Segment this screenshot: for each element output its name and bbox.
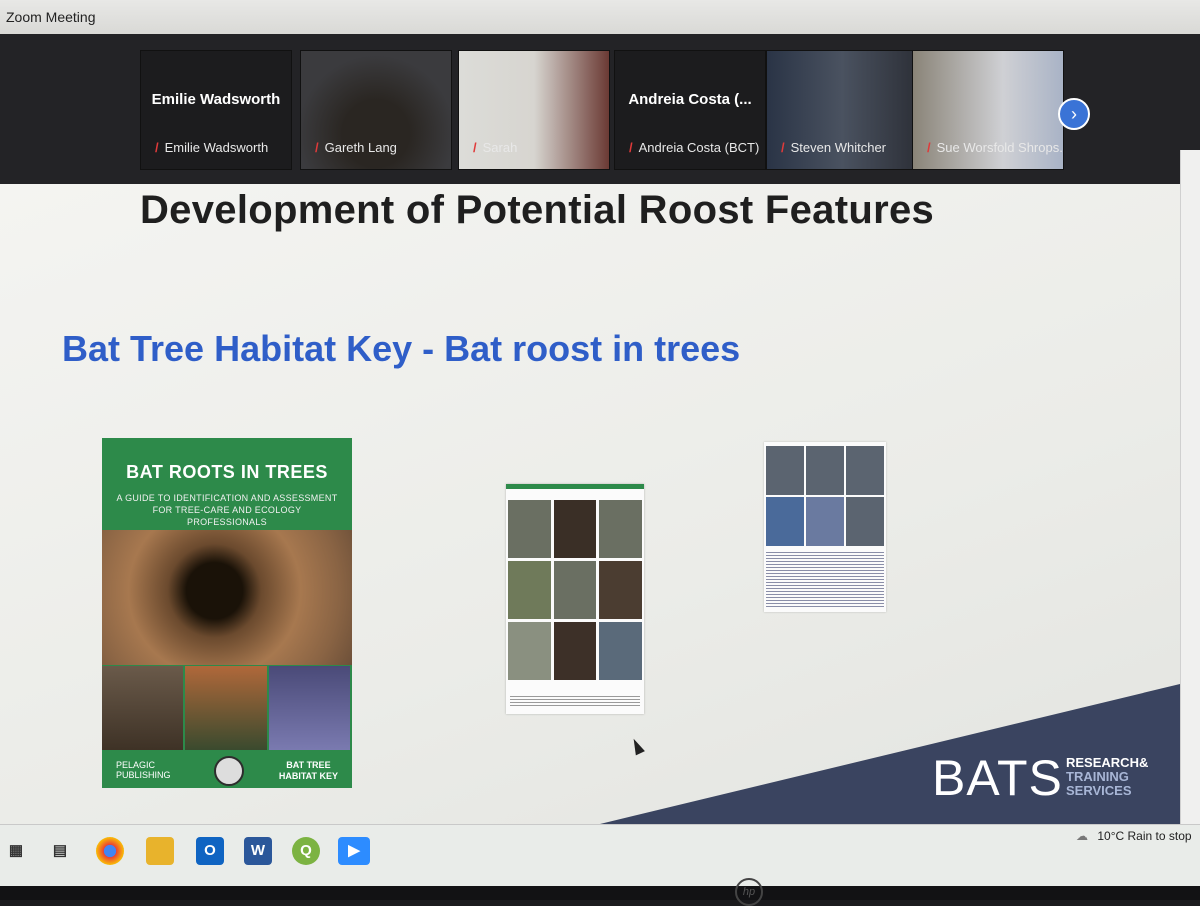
participant-display-name: Andreia Costa (...: [628, 91, 752, 108]
participant-display-name: Emilie Wadsworth: [151, 91, 281, 108]
book-footer: PELAGIC PUBLISHING BAT TREE HABITAT KEY: [102, 750, 352, 788]
qgis-icon[interactable]: Q: [292, 837, 320, 865]
book-cover-photo: [102, 530, 352, 665]
chat-panel-edge: [1180, 150, 1200, 830]
participant-label: / Steven Whitcher: [781, 140, 886, 155]
next-page-arrow-icon[interactable]: ›: [1058, 98, 1090, 130]
zoom-icon[interactable]: ▶: [338, 837, 370, 865]
chrome-icon[interactable]: [96, 837, 124, 865]
word-icon[interactable]: W: [244, 837, 272, 865]
muted-mic-icon: /: [781, 140, 785, 155]
participant-tile-andreia[interactable]: Andreia Costa (... / Andreia Costa (BCT): [614, 50, 766, 170]
participant-label: / Gareth Lang: [315, 140, 397, 155]
weather-widget[interactable]: ☁ 10°C Rain to stop: [1076, 829, 1192, 843]
window-titlebar: Zoom Meeting: [0, 0, 1200, 34]
participant-label: / Sarah: [473, 140, 518, 155]
weather-temp: 10°C: [1097, 829, 1125, 843]
weather-text: Rain to stop: [1127, 829, 1192, 843]
book-page-thumbnail-1: [506, 484, 644, 714]
book-key-label: BAT TREE HABITAT KEY: [278, 760, 338, 781]
muted-mic-icon: /: [629, 140, 633, 155]
task-view-icon[interactable]: ▤: [46, 837, 74, 865]
slide-title: Development of Potential Roost Features: [140, 188, 935, 232]
participant-tile-emilie[interactable]: Emilie Wadsworth / Emilie Wadsworth: [140, 50, 292, 170]
participant-label: / Andreia Costa (BCT): [629, 140, 760, 155]
badge-icon: [214, 756, 244, 786]
participant-label: / Emilie Wadsworth: [155, 140, 269, 155]
participant-label: / Sue Worsfold Shrops...: [927, 140, 1064, 155]
muted-mic-icon: /: [315, 140, 319, 155]
monitor-bezel: [0, 886, 1200, 900]
book-cover: BAT ROOTS IN TREES A GUIDE TO IDENTIFICA…: [102, 438, 352, 788]
participant-strip: Emilie Wadsworth / Emilie Wadsworth / Gare…: [0, 34, 1200, 184]
shared-slide: Development of Potential Roost Features …: [0, 184, 1180, 824]
muted-mic-icon: /: [927, 140, 931, 155]
outlook-icon[interactable]: O: [196, 837, 224, 865]
logo-band: [600, 684, 1180, 824]
participant-tile-sue[interactable]: / Sue Worsfold Shrops...: [912, 50, 1064, 170]
page-text-lines: [510, 694, 640, 708]
participant-tile-sarah[interactable]: / Sarah: [458, 50, 610, 170]
window-title: Zoom Meeting: [6, 9, 96, 25]
participant-tile-steven[interactable]: / Steven Whitcher: [766, 50, 918, 170]
photo-grid: [766, 446, 884, 546]
book-subtitle: A GUIDE TO IDENTIFICATION AND ASSESSMENT…: [116, 493, 338, 527]
publisher-logo: PELAGIC PUBLISHING: [116, 760, 171, 780]
cloud-icon: ☁: [1076, 829, 1088, 843]
slide-subtitle: Bat Tree Habitat Key - Bat roost in tree…: [62, 328, 741, 369]
book-page-thumbnail-2: [764, 442, 886, 612]
muted-mic-icon: /: [155, 140, 159, 155]
page-text-lines: [766, 550, 884, 608]
file-explorer-icon[interactable]: [146, 837, 174, 865]
hp-logo-icon: hp: [735, 878, 763, 906]
photo-grid: [508, 500, 642, 680]
participant-tile-gareth[interactable]: / Gareth Lang: [300, 50, 452, 170]
start-icon[interactable]: ▦: [2, 837, 30, 865]
book-photo-row: [102, 666, 352, 750]
muted-mic-icon: /: [473, 140, 477, 155]
windows-taskbar: ▦ ▤ O W Q ▶ ☁ 10°C Rain to stop: [0, 824, 1200, 887]
book-title: BAT ROOTS IN TREES: [126, 462, 328, 482]
bats-logo: BATS RESEARCH& TRAINING SERVICES: [932, 750, 1149, 806]
